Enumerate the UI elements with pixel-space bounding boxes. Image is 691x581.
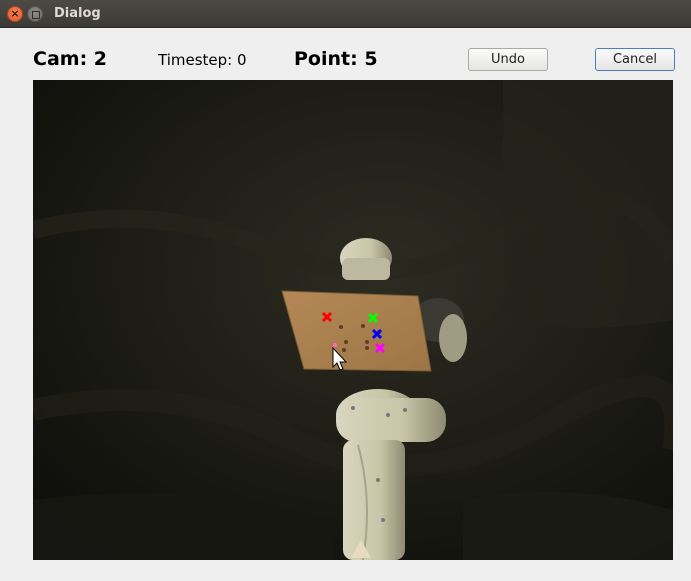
point-label: Point: 5 bbox=[294, 48, 378, 70]
cam-label: Cam: 2 bbox=[33, 48, 107, 70]
maximize-window-button[interactable] bbox=[27, 6, 43, 22]
camera-scene bbox=[33, 80, 673, 560]
undo-button[interactable]: Undo bbox=[468, 48, 548, 71]
window-title: Dialog bbox=[54, 6, 101, 21]
camera-image[interactable] bbox=[33, 80, 673, 560]
close-window-button[interactable]: × bbox=[7, 6, 23, 22]
marker-pink bbox=[333, 343, 337, 347]
maximize-icon bbox=[32, 11, 40, 19]
cancel-button[interactable]: Cancel bbox=[595, 48, 675, 71]
close-icon: × bbox=[10, 7, 20, 20]
title-bar: × Dialog bbox=[0, 0, 691, 28]
timestep-label: Timestep: 0 bbox=[158, 51, 247, 69]
calibration-board bbox=[281, 290, 432, 372]
